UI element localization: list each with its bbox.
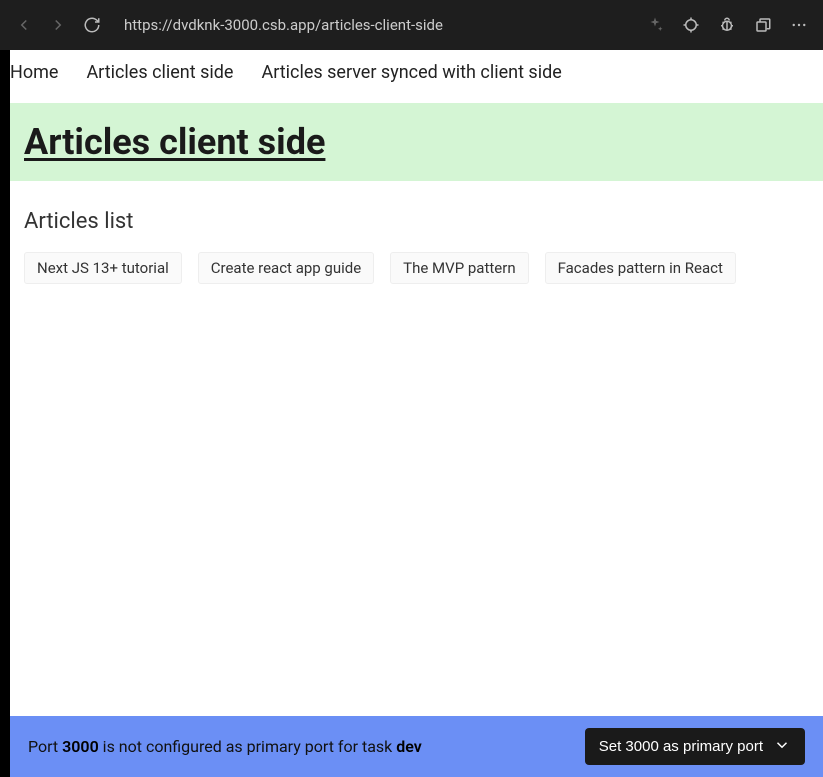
nav-forward-icon[interactable]	[48, 15, 68, 35]
crosshair-icon[interactable]	[681, 15, 701, 35]
article-chip[interactable]: Facades pattern in React	[545, 252, 736, 284]
port-message: Port 3000 is not configured as primary p…	[28, 737, 422, 756]
sparkle-icon[interactable]	[645, 15, 665, 35]
set-primary-port-button[interactable]: Set 3000 as primary port	[585, 728, 805, 765]
bug-icon[interactable]	[717, 15, 737, 35]
nav-link-articles-server[interactable]: Articles server synced with client side	[261, 62, 561, 83]
nav-link-home[interactable]: Home	[10, 62, 58, 83]
section-heading: Articles list	[24, 209, 799, 234]
reload-icon[interactable]	[82, 15, 102, 35]
port-msg-middle: is not configured as primary port for ta…	[99, 737, 397, 756]
article-chip[interactable]: Next JS 13+ tutorial	[24, 252, 182, 284]
nav-back-icon[interactable]	[14, 15, 34, 35]
chevron-down-icon	[773, 736, 791, 757]
port-msg-prefix: Port	[28, 737, 62, 756]
open-external-icon[interactable]	[753, 15, 773, 35]
left-gutter	[0, 50, 10, 777]
port-number: 3000	[62, 737, 99, 756]
more-icon[interactable]	[789, 15, 809, 35]
port-banner: Port 3000 is not configured as primary p…	[10, 716, 823, 777]
port-button-label: Set 3000 as primary port	[599, 738, 763, 755]
nav-link-articles-client[interactable]: Articles client side	[86, 62, 233, 83]
page-title: Articles client side	[24, 121, 799, 163]
port-task: dev	[396, 737, 422, 756]
nav-bar: Home Articles client side Articles serve…	[0, 50, 823, 95]
content-area: Articles list Next JS 13+ tutorial Creat…	[0, 181, 823, 312]
article-chip[interactable]: The MVP pattern	[390, 252, 528, 284]
title-banner: Articles client side	[0, 103, 823, 181]
article-chip[interactable]: Create react app guide	[198, 252, 374, 284]
browser-toolbar: https://dvdknk-3000.csb.app/articles-cli…	[0, 0, 823, 50]
articles-list: Next JS 13+ tutorial Create react app gu…	[24, 252, 799, 284]
address-bar[interactable]: https://dvdknk-3000.csb.app/articles-cli…	[116, 16, 631, 34]
